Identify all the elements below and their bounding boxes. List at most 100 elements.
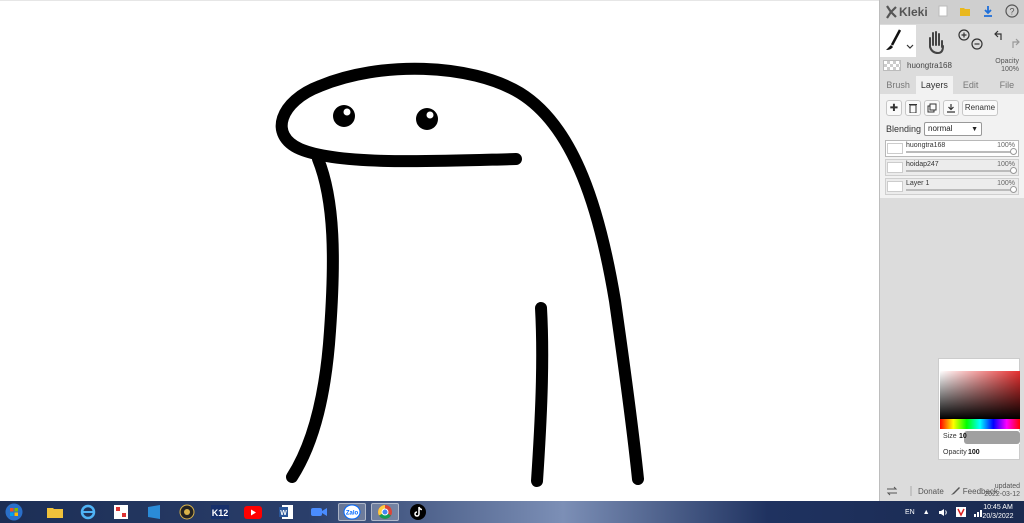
drawing-strokes [275, 62, 644, 487]
brush-size-slider[interactable]: Size 10 [940, 431, 1020, 444]
updated-date: 2022-03-12 [984, 491, 1020, 498]
drawing-canvas[interactable] [0, 0, 879, 501]
divider-icon [910, 486, 912, 496]
taskbar-k12-app[interactable]: K12 [206, 503, 234, 521]
layer-item[interactable]: huongtra168 100% [885, 140, 1019, 157]
taskbar-zalo[interactable]: Zalo [338, 503, 366, 521]
layer-name: hoidap247 [906, 161, 939, 168]
ocr-app-icon [114, 505, 128, 519]
tiktok-icon [410, 504, 426, 520]
tab-file[interactable]: File [989, 76, 1024, 94]
brush-opacity-value: 100 [968, 449, 980, 456]
swap-arrows-icon[interactable] [886, 486, 898, 496]
rename-layer-button[interactable]: Rename [962, 100, 998, 116]
tool-row [880, 25, 1024, 57]
undo-redo-buttons[interactable] [990, 25, 1024, 57]
layers-panel: ✚ Rename Blending normal ▼ huongtra168 1… [880, 94, 1024, 198]
zalo-icon: Zalo [343, 504, 361, 520]
layer-opacity-readout: Opacity 100% [995, 58, 1019, 74]
help-icon[interactable]: ? [1005, 4, 1019, 18]
donate-link[interactable]: Donate [918, 487, 944, 496]
youtube-icon [244, 505, 262, 519]
hue-slider[interactable] [940, 419, 1020, 429]
layer-thumbnail [887, 181, 903, 192]
feedback-icon [950, 487, 960, 495]
taskbar-tiktok[interactable] [404, 503, 432, 521]
layer-item[interactable]: Layer 1 100% [885, 178, 1019, 195]
hand-tool-button[interactable] [918, 25, 954, 57]
layer-opacity-slider[interactable] [906, 167, 1017, 174]
app-name: Kleki [899, 5, 928, 19]
taskbar-youtube[interactable] [239, 503, 267, 521]
tab-edit[interactable]: Edit [953, 76, 989, 94]
windows-taskbar: K12 W Zalo EN ▲ 10:45 AM 20/3/2022 [0, 501, 1024, 523]
tab-layers[interactable]: Layers [916, 76, 953, 94]
tab-brush[interactable]: Brush [880, 76, 916, 94]
svg-text:W: W [280, 510, 287, 517]
show-hidden-icons[interactable]: ▲ [923, 509, 930, 516]
chevron-down-icon: ▼ [971, 126, 979, 133]
add-layer-button[interactable]: ✚ [886, 100, 902, 116]
merge-layer-button[interactable] [943, 100, 959, 116]
blending-value: normal [928, 124, 953, 133]
color-picker: Size 10 Opacity 100 [938, 358, 1020, 460]
word-icon: W [279, 505, 293, 519]
layer-opacity-slider[interactable] [906, 148, 1017, 155]
layer-opacity-slider[interactable] [906, 186, 1017, 193]
k12-icon: K12 [211, 505, 229, 519]
saturation-value-picker[interactable] [940, 371, 1020, 419]
zoom-icon [311, 508, 327, 516]
layer-actions: ✚ Rename [886, 100, 998, 116]
current-layer-thumbnail [883, 60, 901, 71]
antivirus-icon[interactable] [955, 507, 966, 517]
blending-select[interactable]: normal ▼ [924, 122, 983, 136]
kleki-logo-icon [886, 5, 897, 19]
slider-knob[interactable] [1010, 148, 1017, 155]
new-image-icon[interactable] [936, 4, 950, 18]
open-folder-icon[interactable] [958, 4, 972, 18]
plus-icon: ✚ [889, 102, 899, 114]
kleki-logo: Kleki [885, 4, 928, 20]
taskbar-ocr-app[interactable] [107, 503, 135, 521]
download-icon[interactable] [981, 4, 995, 18]
taskbar-word[interactable]: W [272, 503, 300, 521]
opacity-label: Opacity [995, 58, 1019, 65]
brush-icon [886, 29, 914, 50]
system-tray: EN ▲ [905, 501, 984, 523]
taskbar-internet-explorer[interactable] [74, 503, 102, 521]
blending-label: Blending [886, 124, 922, 134]
duplicate-layer-button[interactable] [924, 100, 940, 116]
taskbar-windows-store[interactable] [140, 503, 168, 521]
zoom-in-out-icon [958, 29, 983, 50]
layer-name: huongtra168 [906, 142, 946, 149]
size-value: 10 [959, 433, 967, 440]
store-icon [148, 505, 160, 519]
duplicate-icon [927, 103, 937, 113]
taskbar-zoom[interactable] [305, 503, 333, 521]
language-indicator[interactable]: EN [905, 509, 915, 516]
left-body-stroke [286, 153, 339, 483]
zoom-buttons[interactable] [955, 25, 989, 57]
taskbar-clock[interactable]: 10:45 AM 20/3/2022 [980, 503, 1016, 521]
brush-opacity-slider[interactable]: Opacity 100 [940, 447, 1020, 459]
panel-topbar: Kleki ? [880, 0, 1024, 24]
size-slider-bar[interactable] [964, 431, 1020, 444]
layer-item[interactable]: hoidap247 100% [885, 159, 1019, 176]
internet-explorer-icon [80, 504, 96, 520]
taskbar-file-explorer[interactable] [41, 503, 69, 521]
brush-tool-button[interactable] [880, 25, 916, 57]
slider-knob[interactable] [1010, 186, 1017, 193]
chrome-icon [378, 505, 392, 519]
layer-name: Layer 1 [906, 180, 930, 187]
taskbar-chess-app[interactable] [173, 503, 201, 521]
undo-redo-icon [994, 30, 1020, 48]
layer-thumbnail [887, 143, 903, 154]
delete-layer-button[interactable] [905, 100, 921, 116]
svg-text:Zalo: Zalo [346, 511, 359, 517]
inner-leg-stroke [531, 302, 549, 487]
taskbar-chrome[interactable] [371, 503, 399, 521]
slider-knob[interactable] [1010, 167, 1017, 174]
windows-start-icon [5, 503, 23, 521]
start-button[interactable] [0, 503, 28, 521]
volume-icon[interactable] [938, 508, 948, 517]
